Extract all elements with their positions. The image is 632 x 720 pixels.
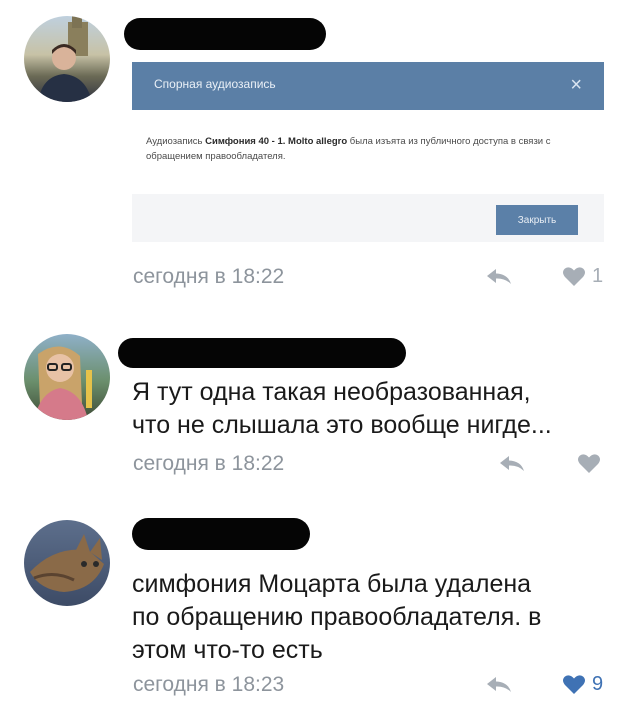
- redacted-username: [124, 18, 326, 50]
- like-count: 1: [592, 264, 604, 287]
- dialog-title: Спорная аудиозапись: [154, 77, 276, 91]
- dialog-message: Аудиозапись Симфония 40 - 1. Molto alleg…: [146, 136, 551, 162]
- like-button[interactable]: [577, 452, 607, 474]
- dialog-body: Аудиозапись Симфония 40 - 1. Molto alleg…: [132, 110, 604, 194]
- heart-icon: [563, 674, 585, 694]
- avatar-photo: [34, 346, 92, 420]
- like-button[interactable]: 1: [562, 265, 603, 287]
- redacted-username: [118, 338, 406, 368]
- reply-icon[interactable]: [484, 674, 514, 694]
- reply-icon[interactable]: [484, 266, 514, 286]
- avatar[interactable]: [24, 520, 110, 606]
- comment-time: сегодня в 18:23: [133, 673, 285, 696]
- like-button[interactable]: 9: [562, 673, 603, 695]
- close-button[interactable]: Закрыть: [496, 205, 578, 235]
- avatar-photo: [38, 16, 92, 102]
- close-icon[interactable]: ×: [570, 74, 582, 97]
- avatar[interactable]: [24, 334, 110, 420]
- avatar-photo: [30, 534, 104, 592]
- comment-text: симфония Моцарта была удалена по обращен…: [132, 570, 542, 664]
- heart-icon: [563, 266, 585, 286]
- disputed-audio-dialog: Спорная аудиозапись × Аудиозапись Симфон…: [132, 62, 604, 242]
- heart-icon: [578, 453, 600, 473]
- comment-time: сегодня в 18:22: [133, 452, 285, 475]
- track-title: Симфония 40 - 1. Molto allegro: [205, 136, 348, 147]
- comment-time: сегодня в 18:22: [133, 265, 285, 288]
- redacted-username: [132, 518, 310, 550]
- reply-icon[interactable]: [497, 453, 527, 473]
- dialog-header: Спорная аудиозапись ×: [132, 62, 604, 110]
- avatar[interactable]: [24, 16, 110, 102]
- like-count: 9: [592, 672, 604, 695]
- comment-text: Я тут одна такая необразованная, что не …: [132, 378, 552, 439]
